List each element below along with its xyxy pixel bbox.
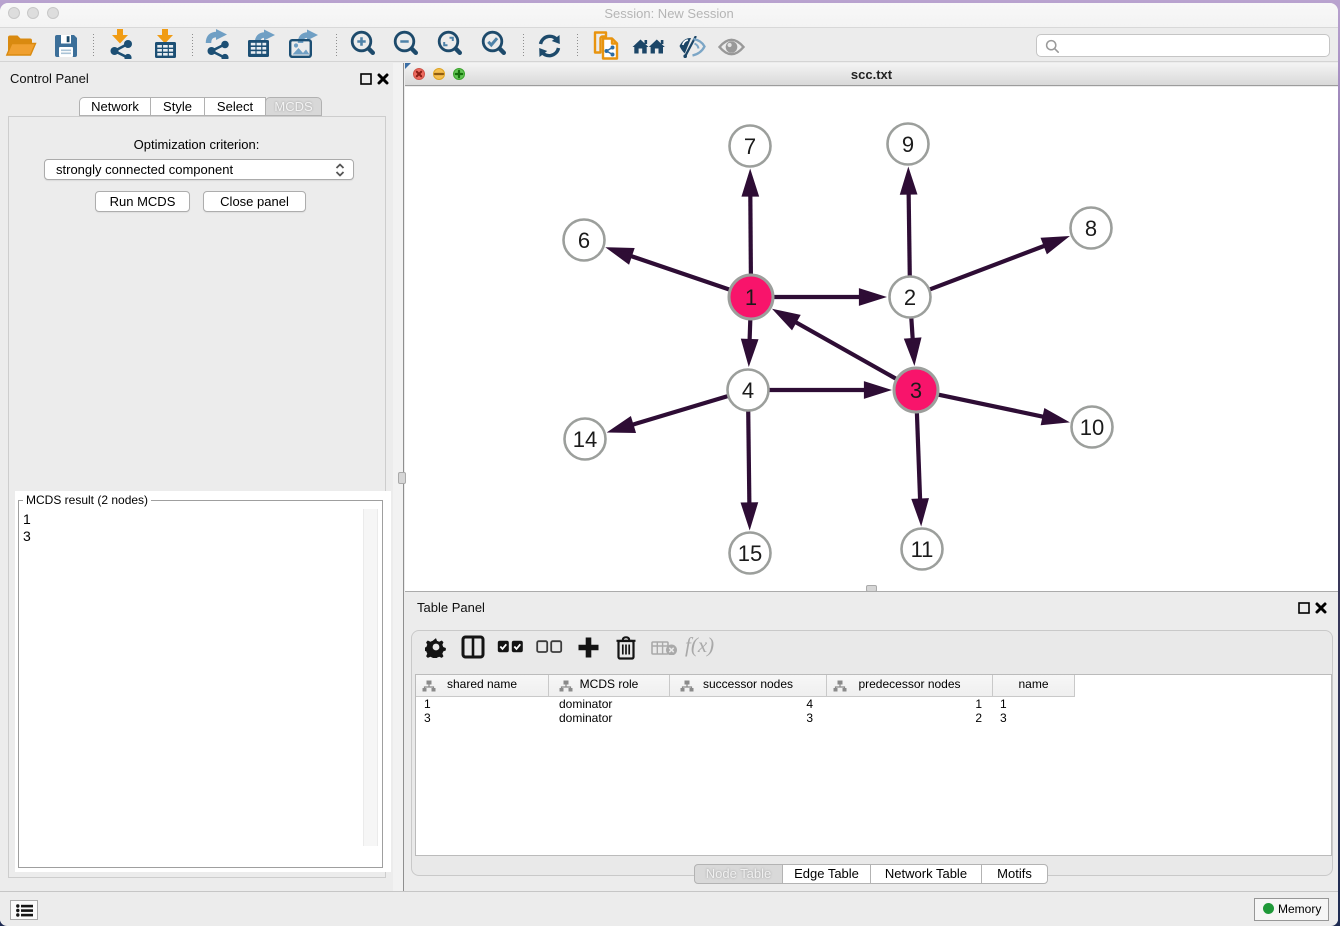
- svg-text:14: 14: [573, 427, 597, 452]
- svg-text:9: 9: [902, 132, 914, 157]
- svg-text:8: 8: [1085, 216, 1097, 241]
- svg-text:11: 11: [911, 537, 934, 562]
- svg-text:3: 3: [910, 378, 922, 403]
- svg-text:7: 7: [744, 134, 756, 159]
- svg-text:4: 4: [742, 378, 754, 403]
- svg-text:1: 1: [745, 285, 757, 310]
- svg-text:6: 6: [578, 228, 590, 253]
- svg-text:2: 2: [904, 285, 916, 310]
- svg-text:15: 15: [738, 541, 762, 566]
- svg-text:10: 10: [1080, 415, 1104, 440]
